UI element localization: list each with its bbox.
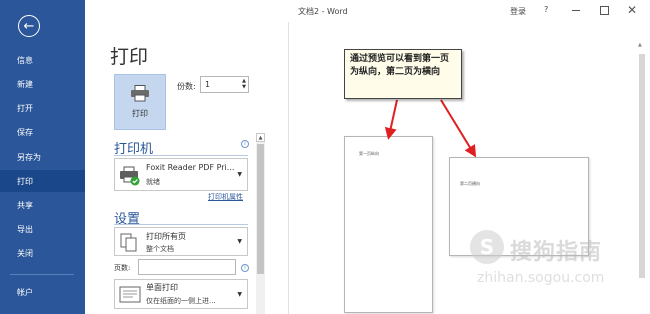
- sidebar-item-label: 打开: [17, 103, 33, 113]
- sidebar-item-label: 关闭: [17, 248, 33, 258]
- sidebar-item-open[interactable]: 打开: [0, 97, 85, 119]
- sidebar-item-label: 共享: [17, 200, 33, 210]
- login-link[interactable]: 登录: [510, 6, 526, 17]
- copies-value: 1: [205, 80, 211, 89]
- minimize-icon[interactable]: [569, 3, 583, 17]
- window-title: 文档2 - Word: [298, 7, 348, 16]
- print-button[interactable]: 打印: [114, 74, 166, 130]
- scrollbar-thumb[interactable]: [639, 54, 645, 278]
- sidebar-item-label: 新建: [17, 79, 33, 89]
- title-bar: 文档2 - Word 登录 ? ✕: [85, 0, 650, 22]
- chevron-down-icon: ▼: [237, 238, 242, 245]
- printer-ready-icon: [120, 166, 140, 186]
- page-title: 打印: [110, 46, 149, 68]
- copies-stepper[interactable]: 1 ▲ ▼: [200, 76, 249, 93]
- help-icon[interactable]: ?: [544, 5, 548, 14]
- print-button-label: 打印: [132, 109, 148, 118]
- sidebar-item-info[interactable]: 信息: [0, 49, 85, 71]
- sidebar-item-label: 信息: [17, 55, 33, 65]
- copies-label: 份数:: [177, 82, 196, 91]
- info-icon[interactable]: i: [241, 264, 249, 272]
- sidebar-item-print[interactable]: 打印: [0, 170, 85, 192]
- print-sides-main: 单面打印: [146, 283, 178, 292]
- page1-text: 第一页纵向: [359, 151, 379, 156]
- section-divider: [114, 155, 248, 156]
- backstage-sidebar: ← 信息 新建 打开 保存 另存为 打印 共享 导出 关闭 帐户: [0, 0, 85, 314]
- sidebar-item-close[interactable]: 关闭: [0, 242, 85, 264]
- sidebar-item-share[interactable]: 共享: [0, 194, 85, 216]
- section-divider: [114, 224, 248, 225]
- chevron-down-icon: ▼: [237, 171, 242, 178]
- maximize-icon[interactable]: [597, 3, 611, 17]
- print-sides-sub: 仅在纸面的一侧上进...: [146, 297, 216, 305]
- sidebar-item-label: 保存: [17, 127, 33, 137]
- sidebar-item-export[interactable]: 导出: [0, 218, 85, 240]
- scrollbar-thumb[interactable]: [257, 144, 264, 274]
- printer-dropdown[interactable]: Foxit Reader PDF Pri... 就绪 ▼: [114, 158, 248, 191]
- back-arrow-icon[interactable]: ←: [18, 15, 40, 37]
- preview-page-portrait: 第一页纵向: [344, 136, 433, 313]
- sidebar-item-save-as[interactable]: 另存为: [0, 146, 85, 168]
- preview-page-landscape: 第二页横向: [449, 157, 589, 256]
- sidebar-item-label: 导出: [17, 224, 33, 234]
- scroll-up-icon[interactable]: ▲: [638, 42, 642, 48]
- printer-status: 就绪: [146, 178, 160, 186]
- sidebar-item-label: 另存为: [17, 152, 41, 162]
- printer-properties-link[interactable]: 打印机属性: [208, 192, 243, 202]
- printer-name: Foxit Reader PDF Pri...: [146, 163, 235, 172]
- scroll-up-icon[interactable]: ▲: [256, 133, 265, 142]
- print-range-dropdown[interactable]: 打印所有页 整个文档 ▼: [114, 227, 248, 256]
- printer-icon: [131, 85, 149, 102]
- sidebar-item-account[interactable]: 帐户: [0, 281, 85, 303]
- sidebar-item-save[interactable]: 保存: [0, 121, 85, 143]
- sidebar-item-new[interactable]: 新建: [0, 73, 85, 95]
- spin-arrows-icon[interactable]: ▲ ▼: [242, 78, 246, 90]
- sidebar-divider: [10, 274, 74, 275]
- print-sides-dropdown[interactable]: 单面打印 仅在纸面的一侧上进... ▼: [114, 279, 248, 309]
- pages-input[interactable]: [138, 259, 236, 275]
- preview-scrollbar[interactable]: ▲: [638, 42, 646, 314]
- info-icon[interactable]: i: [241, 140, 249, 148]
- settings-scrollbar[interactable]: ▲: [256, 133, 265, 314]
- sidebar-item-label: 打印: [17, 176, 33, 186]
- word-print-backstage: ← 信息 新建 打开 保存 另存为 打印 共享 导出 关闭 帐户 文档2 - W…: [0, 0, 650, 314]
- page2-text: 第二页横向: [460, 181, 480, 186]
- annotation-callout: 通过预览可以看到第一页为纵向，第二页为横向: [344, 49, 462, 99]
- sidebar-item-label: 帐户: [17, 287, 33, 297]
- pages-label: 页数:: [114, 264, 131, 272]
- pages-icon: [120, 233, 137, 252]
- chevron-down-icon: ▼: [237, 291, 242, 298]
- single-sided-icon: [119, 286, 141, 303]
- print-range-sub: 整个文档: [146, 245, 174, 253]
- print-range-main: 打印所有页: [146, 232, 186, 241]
- close-icon[interactable]: ✕: [625, 3, 639, 17]
